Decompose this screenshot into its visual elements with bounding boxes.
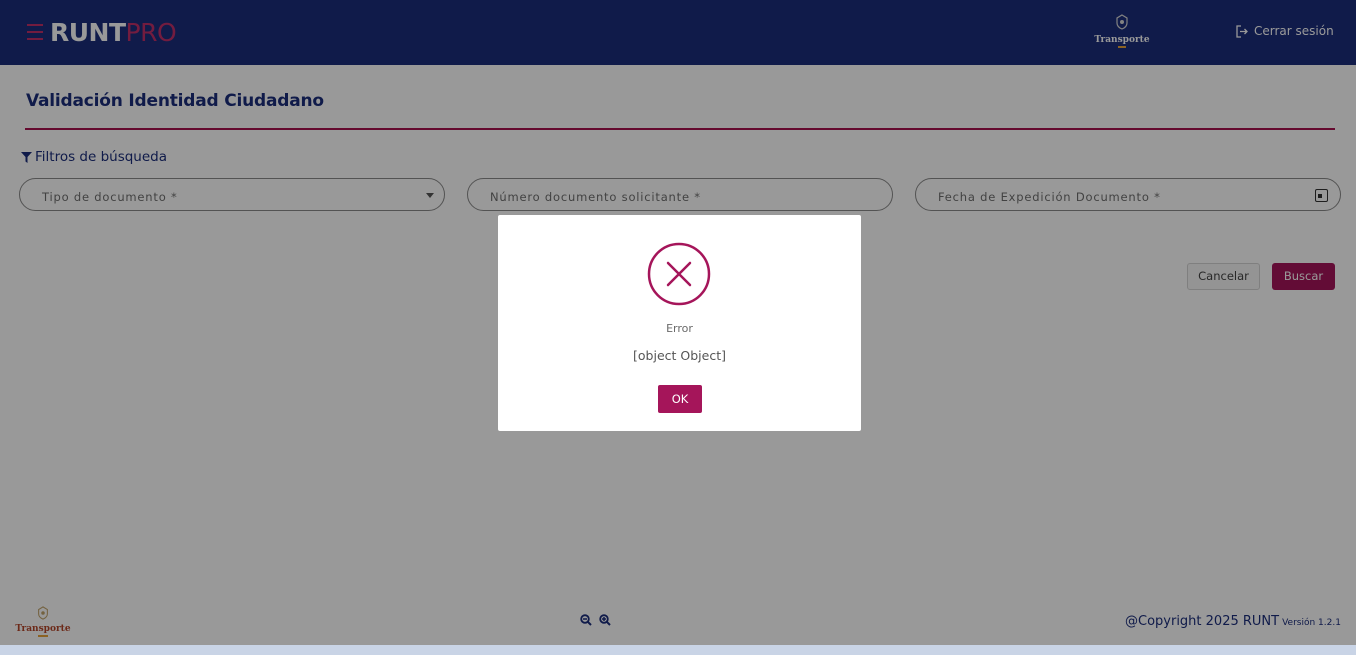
error-x-circle-icon [647, 242, 711, 306]
ok-button[interactable]: OK [658, 385, 702, 413]
dialog-message: [object Object] [633, 348, 726, 363]
os-taskbar [0, 645, 1356, 655]
dialog-title: Error [666, 322, 693, 335]
error-dialog: Error [object Object] OK [498, 215, 861, 431]
